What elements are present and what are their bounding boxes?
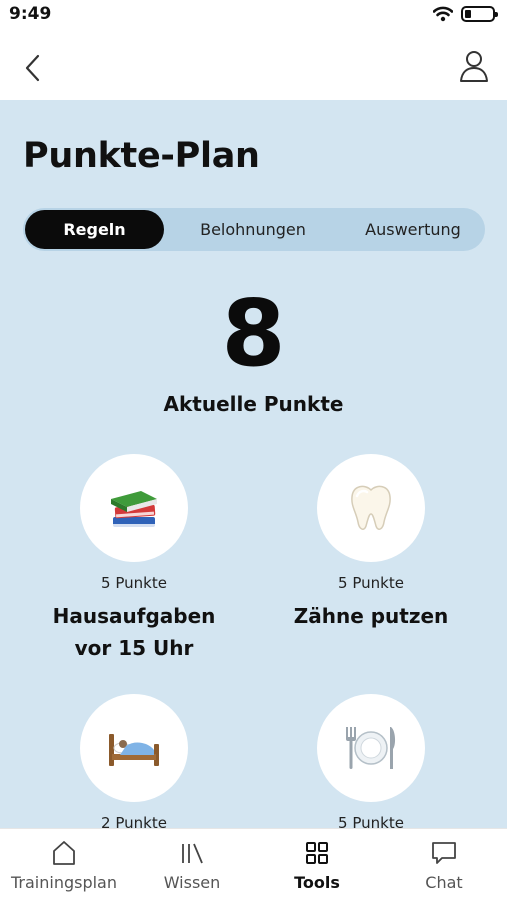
nav-item-chat[interactable]: Chat bbox=[381, 839, 507, 892]
tab-belohnungen[interactable]: Belohnungen bbox=[178, 210, 328, 249]
status-bar: 9:49 bbox=[0, 0, 507, 32]
nav-item-label: Wissen bbox=[163, 873, 221, 892]
nav-item-wissen[interactable]: Wissen bbox=[129, 839, 255, 892]
profile-button[interactable] bbox=[457, 48, 491, 84]
rule-icon-circle bbox=[80, 694, 188, 802]
main-content: Punkte-Plan Regeln Belohnungen Auswertun… bbox=[0, 100, 507, 828]
rule-title-line: Zähne putzen bbox=[293, 604, 449, 628]
rule-card-plate[interactable]: 5 Punkte bbox=[261, 694, 481, 828]
nav-item-label: Tools bbox=[294, 873, 340, 892]
navigation-bar bbox=[0, 32, 507, 100]
nav-item-trainingsplan[interactable]: Trainingsplan bbox=[1, 839, 127, 892]
user-icon bbox=[460, 51, 488, 82]
rule-points: 5 Punkte bbox=[338, 574, 404, 592]
tab-regeln[interactable]: Regeln bbox=[25, 210, 164, 249]
bottom-navigation: Trainingsplan Wissen Tools Chat bbox=[0, 828, 507, 900]
rule-title: Hausaufgaben vor 15 Uhr bbox=[24, 600, 244, 664]
rule-icon-circle bbox=[317, 454, 425, 562]
page-title: Punkte-Plan bbox=[23, 136, 260, 176]
status-time: 9:49 bbox=[9, 4, 52, 24]
tab-auswertung[interactable]: Auswertung bbox=[338, 210, 488, 249]
segmented-tabs: Regeln Belohnungen Auswertung bbox=[23, 208, 485, 251]
wifi-icon bbox=[433, 6, 453, 22]
tooth-icon bbox=[351, 485, 391, 530]
rule-icon-circle bbox=[80, 454, 188, 562]
rule-points: 5 Punkte bbox=[338, 814, 404, 828]
chevron-left-icon bbox=[25, 54, 40, 82]
rule-points: 5 Punkte bbox=[101, 574, 167, 592]
current-points-value: 8 bbox=[221, 280, 286, 387]
nav-item-tools[interactable]: Tools bbox=[254, 839, 380, 892]
bed-icon bbox=[109, 734, 159, 766]
rule-card-brush-teeth[interactable]: 5 Punkte Zähne putzen bbox=[261, 454, 481, 632]
plate-icon bbox=[346, 727, 396, 769]
home-icon bbox=[53, 841, 75, 865]
rule-points: 2 Punkte bbox=[101, 814, 167, 828]
grid-icon bbox=[306, 842, 328, 864]
chat-icon bbox=[432, 842, 456, 864]
library-icon bbox=[182, 843, 203, 864]
rule-title: Zähne putzen bbox=[261, 600, 481, 632]
status-icons bbox=[433, 6, 498, 22]
nav-item-label: Chat bbox=[425, 873, 463, 892]
rule-icon-circle bbox=[317, 694, 425, 802]
battery-icon bbox=[461, 6, 498, 22]
back-button[interactable] bbox=[18, 50, 50, 86]
books-icon bbox=[111, 491, 157, 527]
rule-card-bed[interactable]: 2 Punkte bbox=[24, 694, 244, 828]
rule-title-line: Hausaufgaben bbox=[52, 604, 216, 628]
rule-title-line: vor 15 Uhr bbox=[74, 636, 194, 660]
rule-card-homework[interactable]: 5 Punkte Hausaufgaben vor 15 Uhr bbox=[24, 454, 244, 664]
nav-item-label: Trainingsplan bbox=[10, 873, 117, 892]
current-points-label: Aktuelle Punkte bbox=[163, 392, 344, 416]
